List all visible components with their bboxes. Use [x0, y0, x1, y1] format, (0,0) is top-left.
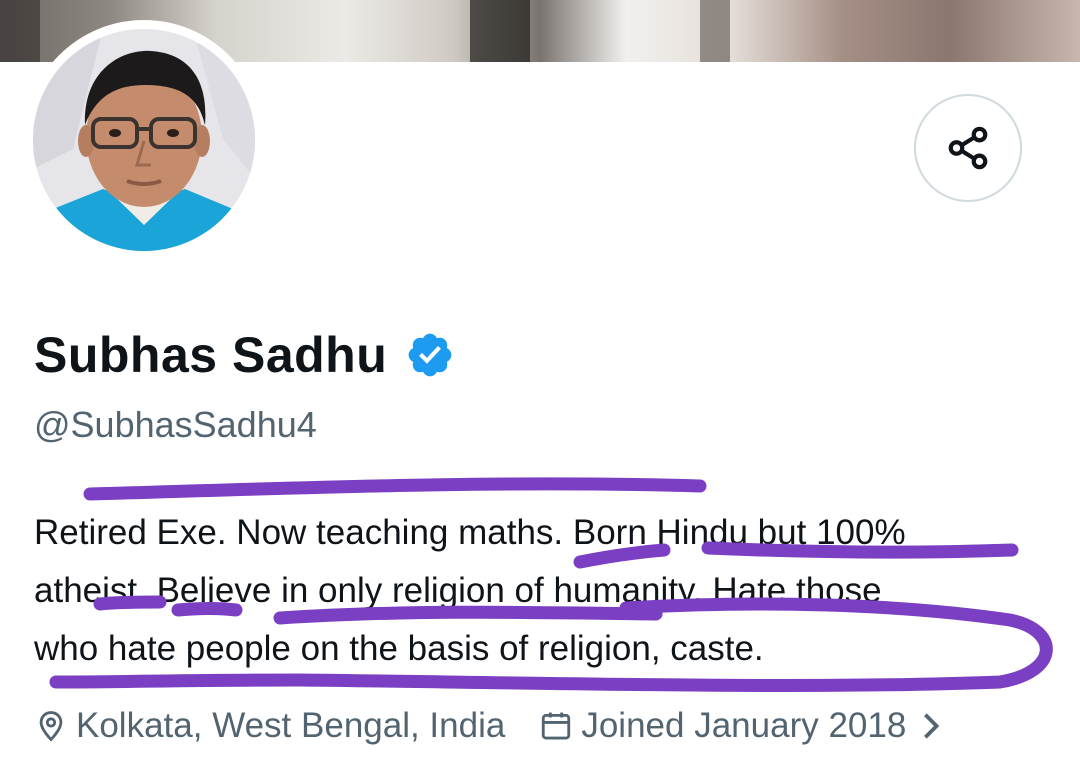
- verified-badge-icon[interactable]: [405, 330, 455, 380]
- avatar-photo: [33, 29, 255, 251]
- profile-bio: Retired Exe. Now teaching maths. Born Hi…: [34, 504, 1044, 678]
- bio-line: who hate people on the basis of religion…: [34, 629, 764, 668]
- bio-line: Retired Exe. Now teaching maths. Born Hi…: [34, 513, 906, 552]
- location-text: Kolkata, West Bengal, India: [76, 706, 506, 745]
- share-button[interactable]: [914, 94, 1022, 202]
- name-row: Subhas Sadhu: [34, 326, 455, 384]
- user-handle: @SubhasSadhu4: [34, 404, 317, 445]
- display-name: Subhas Sadhu: [34, 327, 388, 383]
- chevron-right-icon[interactable]: [920, 711, 942, 741]
- profile-page: Subhas Sadhu @SubhasSadhu4 Retired Exe. …: [0, 0, 1080, 758]
- bio-line: atheist. Believe in only religion of hum…: [34, 571, 882, 610]
- joined-text: Joined January 2018: [581, 706, 907, 745]
- location-pin-icon: [39, 711, 63, 742]
- location-item: Kolkata, West Bengal, India: [34, 706, 505, 746]
- profile-meta: Kolkata, West Bengal, India Joined Janua…: [34, 706, 950, 746]
- annotation-line: [83, 477, 707, 501]
- share-icon: [948, 126, 988, 170]
- avatar[interactable]: [33, 29, 255, 251]
- calendar-icon: [542, 712, 571, 740]
- joined-item[interactable]: Joined January 2018: [539, 706, 950, 746]
